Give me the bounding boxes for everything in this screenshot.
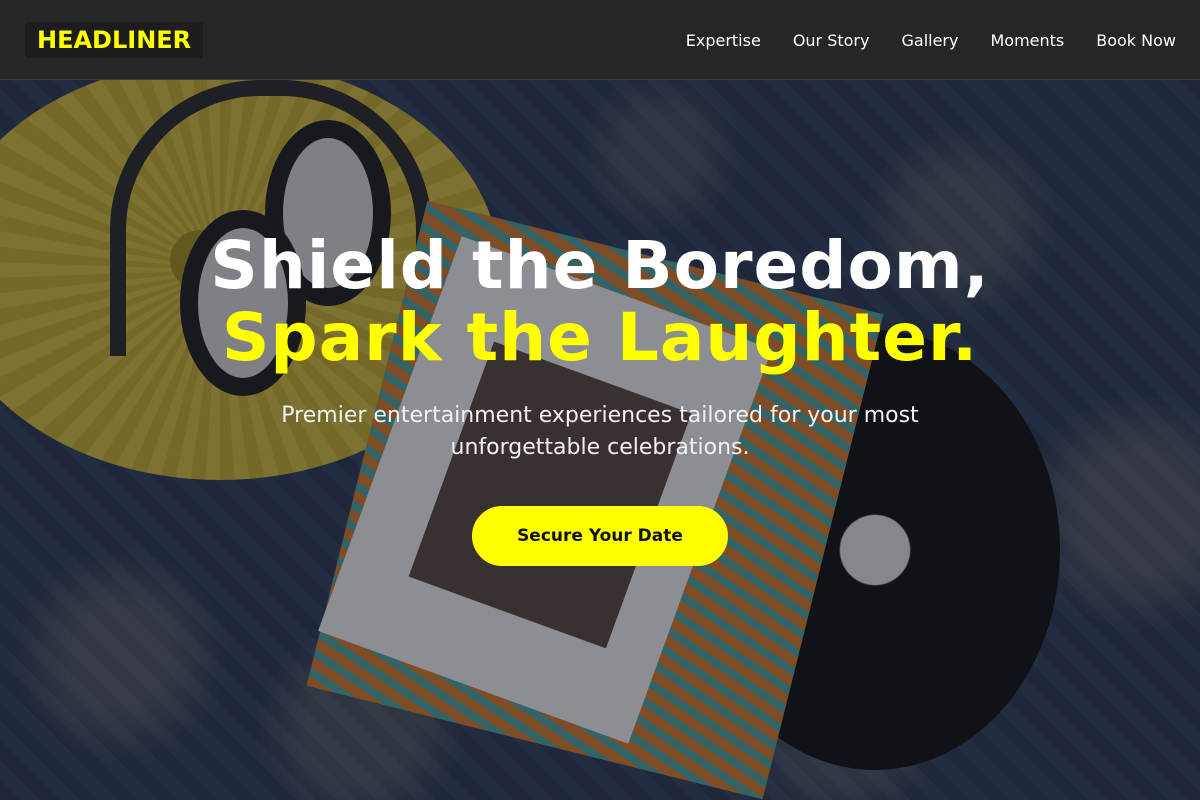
- nav-link-book-now[interactable]: Book Now: [1096, 31, 1176, 50]
- hero-subtitle: Premier entertainment experiences tailor…: [281, 403, 919, 460]
- hero-headline-line2: Spark the Laughter.: [221, 299, 979, 376]
- nav-link-expertise[interactable]: Expertise: [686, 31, 761, 50]
- top-navbar: HEADLINER Expertise Our Story Gallery Mo…: [0, 0, 1200, 80]
- hero-headline-line1: Shield the Boredom,: [210, 227, 990, 304]
- hero-headline: Shield the Boredom, Spark the Laughter.: [0, 230, 1200, 374]
- landing-page: HEADLINER Expertise Our Story Gallery Mo…: [0, 0, 1200, 800]
- main-nav: Expertise Our Story Gallery Moments Book…: [654, 0, 1176, 80]
- hero-content: Shield the Boredom, Spark the Laughter. …: [0, 80, 1200, 800]
- nav-link-moments[interactable]: Moments: [990, 31, 1064, 50]
- secure-your-date-button[interactable]: Secure Your Date: [472, 506, 728, 566]
- nav-link-gallery[interactable]: Gallery: [901, 31, 958, 50]
- nav-link-our-story[interactable]: Our Story: [793, 31, 870, 50]
- brand-logo[interactable]: HEADLINER: [25, 22, 204, 58]
